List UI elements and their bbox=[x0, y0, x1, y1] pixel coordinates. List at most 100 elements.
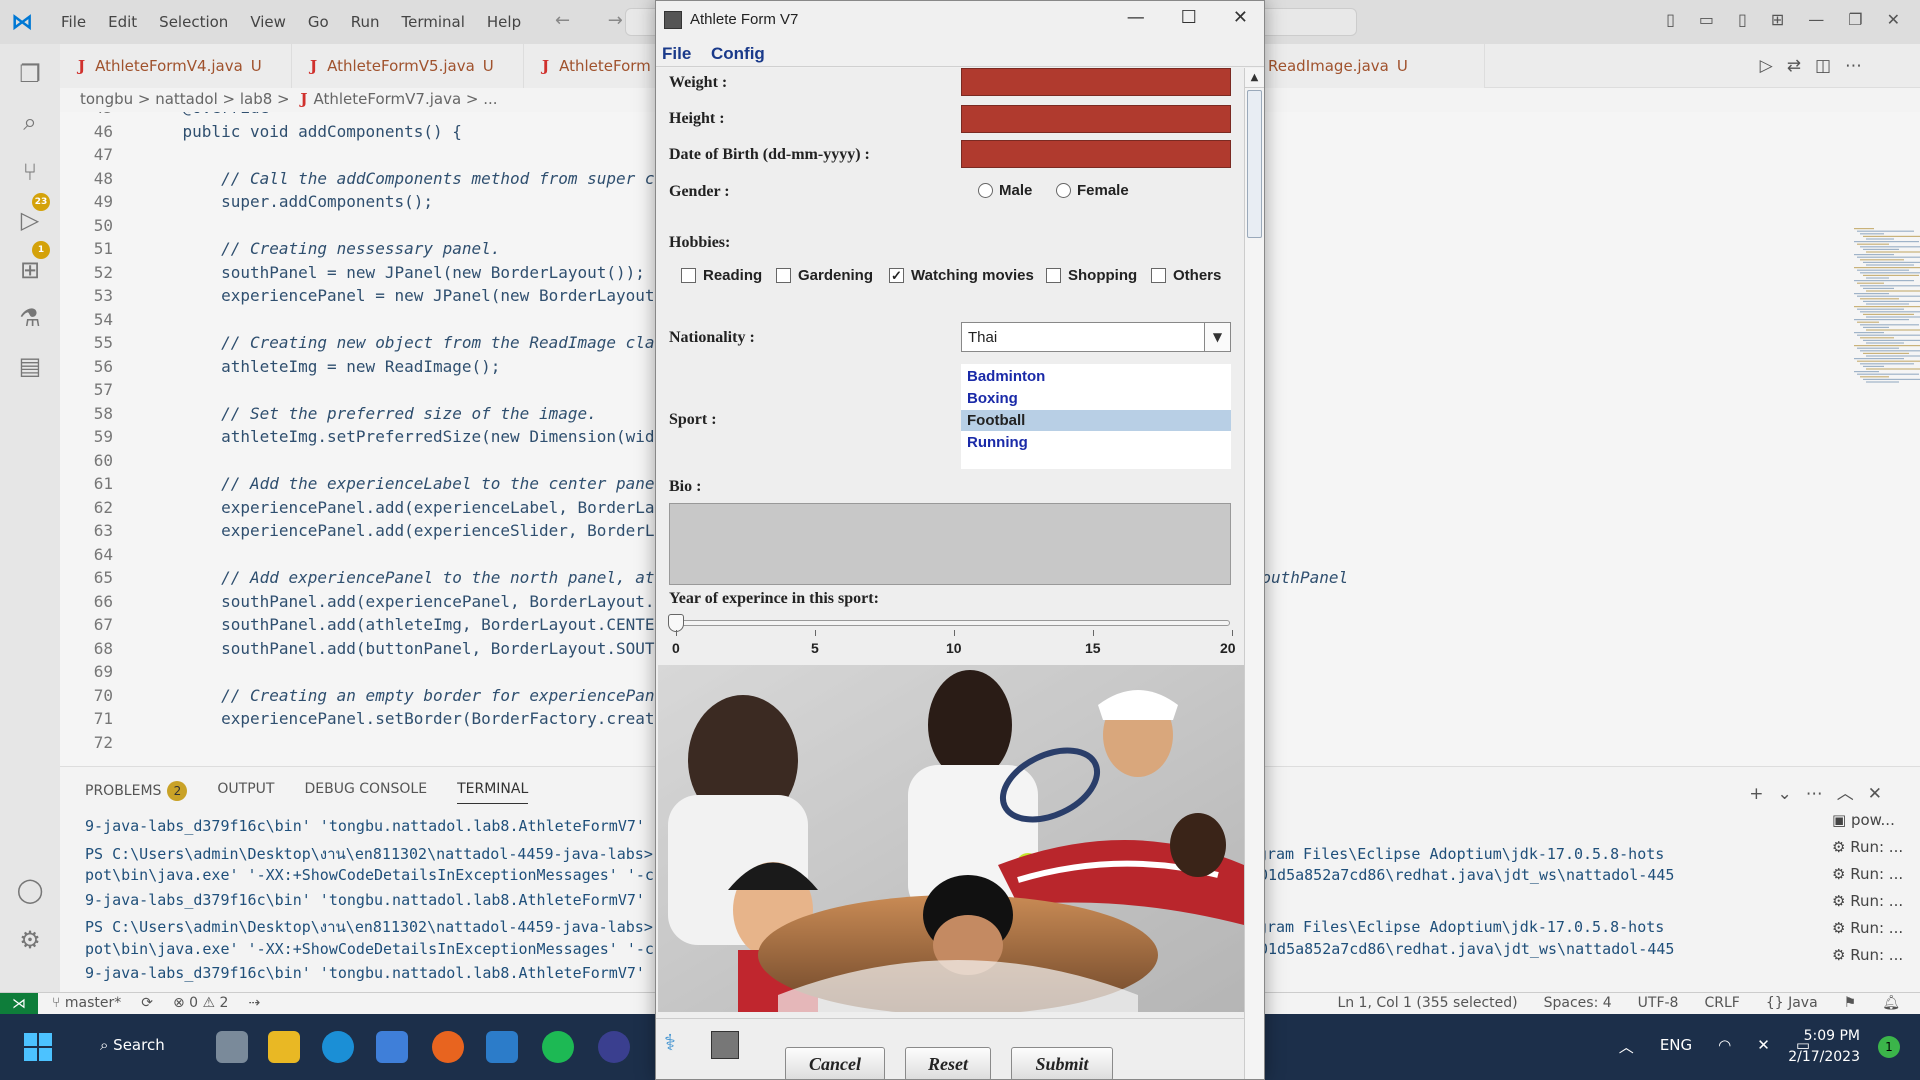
menu-edit[interactable]: Edit bbox=[97, 13, 148, 31]
problems-status[interactable]: ⊗ 0 ⚠ 2 bbox=[173, 995, 228, 1011]
compare-icon[interactable]: ⇄ bbox=[1787, 56, 1815, 76]
tab-athleteformv5[interactable]: J AthleteFormV5.java U bbox=[292, 44, 524, 88]
store-icon[interactable] bbox=[376, 1031, 408, 1063]
notifications-bell-icon[interactable]: 🔔︎ bbox=[1882, 995, 1900, 1011]
hobby-reading[interactable]: Reading bbox=[681, 267, 762, 284]
submit-button[interactable]: Submit bbox=[1011, 1047, 1113, 1079]
scroll-up-icon[interactable]: ▲ bbox=[1245, 68, 1264, 88]
toggle-sidebar-icon[interactable]: ▯ bbox=[1666, 10, 1675, 29]
maximize-icon[interactable]: ☐ bbox=[1181, 7, 1197, 28]
edge-icon[interactable] bbox=[322, 1031, 354, 1063]
breadcrumb-file[interactable]: AthleteFormV7.java > ... bbox=[313, 90, 497, 108]
manage-gear-icon[interactable]: ⚙ bbox=[14, 924, 46, 956]
extensions-icon[interactable]: ⊞ bbox=[14, 254, 46, 286]
weight-field[interactable] bbox=[961, 68, 1231, 96]
menu-config[interactable]: Config bbox=[711, 44, 765, 64]
line-ending[interactable]: CRLF bbox=[1704, 995, 1739, 1011]
menu-file[interactable]: File bbox=[50, 13, 97, 31]
sport-item-football[interactable]: Football bbox=[961, 410, 1231, 431]
tab-readimage[interactable]: ReadImage.java U bbox=[1265, 44, 1485, 88]
hobby-gardening[interactable]: Gardening bbox=[776, 267, 873, 284]
dob-field[interactable] bbox=[961, 140, 1231, 168]
menu-selection[interactable]: Selection bbox=[148, 13, 239, 31]
tab-output[interactable]: OUTPUT bbox=[217, 781, 274, 804]
tab-debug-console[interactable]: DEBUG CONSOLE bbox=[304, 781, 427, 804]
height-field[interactable] bbox=[961, 105, 1231, 133]
taskbar-search[interactable]: ⌕ Search bbox=[100, 1036, 165, 1054]
maximize-panel-icon[interactable]: ︿ bbox=[1837, 784, 1868, 804]
firefox-icon[interactable] bbox=[432, 1031, 464, 1063]
hobby-watching-movies[interactable]: ✓ Watching movies bbox=[889, 267, 1034, 284]
reset-button[interactable]: Reset bbox=[905, 1047, 991, 1079]
toggle-secondary-icon[interactable]: ▯ bbox=[1738, 10, 1747, 29]
language-indicator[interactable]: ENG bbox=[1660, 1036, 1692, 1057]
sport-item-running[interactable]: Running bbox=[961, 432, 1231, 453]
restore-icon[interactable]: ❐ bbox=[1848, 10, 1862, 29]
encoding[interactable]: UTF-8 bbox=[1638, 995, 1679, 1011]
athlete-form-titlebar[interactable]: Athlete Form V7 — ☐ ✕ bbox=[656, 1, 1264, 41]
source-control-icon[interactable]: ⑂ bbox=[14, 156, 46, 188]
sport-list[interactable]: Badminton Boxing Football Running bbox=[961, 364, 1231, 469]
new-terminal-icon[interactable]: + bbox=[1749, 784, 1777, 804]
terminal-item[interactable]: ⚙ Run: ... bbox=[1832, 946, 1920, 973]
menu-help[interactable]: Help bbox=[476, 13, 532, 31]
branch-status[interactable]: ⑂ master* bbox=[52, 995, 121, 1011]
notebook-icon[interactable]: ▤ bbox=[14, 350, 46, 382]
tray-chevron-icon[interactable]: ︿ bbox=[1619, 1036, 1634, 1057]
minimap[interactable] bbox=[1850, 228, 1920, 408]
breadcrumb-path[interactable]: tongbu > nattadol > lab8 > bbox=[80, 90, 294, 108]
more-actions-icon[interactable]: ⋯ bbox=[1845, 56, 1876, 76]
sport-item-boxing[interactable]: Boxing bbox=[961, 388, 1231, 409]
run-debug-icon[interactable]: ▷ bbox=[14, 204, 46, 236]
language-mode[interactable]: {} Java bbox=[1766, 995, 1818, 1011]
layout-icon[interactable]: ⊞ bbox=[1771, 10, 1784, 29]
file-explorer-icon[interactable] bbox=[268, 1031, 300, 1063]
eclipse-icon[interactable] bbox=[598, 1031, 630, 1063]
tab-athleteformv4[interactable]: J AthleteFormV4.java U bbox=[60, 44, 292, 88]
terminal-item[interactable]: ▣ pow... bbox=[1832, 811, 1920, 838]
hobby-others[interactable]: Others bbox=[1151, 267, 1221, 284]
tab-terminal[interactable]: TERMINAL bbox=[457, 781, 529, 804]
close-icon[interactable]: ✕ bbox=[1887, 10, 1900, 29]
sport-item-badminton[interactable]: Badminton bbox=[961, 366, 1231, 387]
windows-start-icon[interactable] bbox=[24, 1033, 52, 1061]
menu-file[interactable]: File bbox=[662, 44, 691, 64]
radio-female[interactable]: Female bbox=[1056, 182, 1129, 199]
feedback-icon[interactable]: ⚑ bbox=[1844, 995, 1857, 1011]
explorer-icon[interactable]: ❐ bbox=[14, 58, 46, 90]
minimize-icon[interactable]: — bbox=[1127, 7, 1145, 28]
terminal-item[interactable]: ⚙ Run: ... bbox=[1832, 865, 1920, 892]
spotify-icon[interactable] bbox=[542, 1031, 574, 1063]
minimize-icon[interactable]: — bbox=[1808, 10, 1824, 29]
sync-icon[interactable]: ⟳ bbox=[141, 995, 153, 1011]
menu-terminal[interactable]: Terminal bbox=[391, 13, 476, 31]
live-share-icon[interactable]: ⇢ bbox=[248, 995, 260, 1011]
split-editor-icon[interactable]: ◫ bbox=[1815, 56, 1845, 76]
taskbar-clock[interactable]: 5:09 PM 2/17/2023 bbox=[1788, 1026, 1860, 1068]
search-icon[interactable]: ⌕ bbox=[14, 106, 46, 138]
volume-muted-icon[interactable]: ✕ bbox=[1757, 1036, 1770, 1057]
terminal-item[interactable]: ⚙ Run: ... bbox=[1832, 838, 1920, 865]
scrollbar-thumb[interactable] bbox=[1247, 90, 1262, 238]
toggle-panel-icon[interactable]: ▭ bbox=[1699, 10, 1714, 29]
vscode-taskbar-icon[interactable] bbox=[486, 1031, 518, 1063]
menu-view[interactable]: View bbox=[239, 13, 297, 31]
form-scrollbar[interactable]: ▲ bbox=[1244, 68, 1264, 1079]
account-icon[interactable]: ◯ bbox=[14, 874, 46, 906]
chevron-down-icon[interactable]: ▼ bbox=[1204, 323, 1230, 351]
menu-run[interactable]: Run bbox=[340, 13, 391, 31]
remote-icon[interactable]: ⋊ bbox=[0, 993, 38, 1015]
terminal-item[interactable]: ⚙ Run: ... bbox=[1832, 919, 1920, 946]
more-icon[interactable]: ⋯ bbox=[1806, 784, 1837, 804]
indentation[interactable]: Spaces: 4 bbox=[1544, 995, 1612, 1011]
radio-male[interactable]: Male bbox=[978, 182, 1032, 199]
cancel-button[interactable]: Cancel bbox=[785, 1047, 885, 1079]
task-view-icon[interactable] bbox=[216, 1031, 248, 1063]
close-icon[interactable]: ✕ bbox=[1233, 7, 1248, 28]
menu-go[interactable]: Go bbox=[297, 13, 340, 31]
run-icon[interactable]: ▷ bbox=[1760, 56, 1787, 76]
terminal-item[interactable]: ⚙ Run: ... bbox=[1832, 892, 1920, 919]
chevron-down-icon[interactable]: ⌄ bbox=[1778, 784, 1806, 804]
cursor-position[interactable]: Ln 1, Col 1 (355 selected) bbox=[1337, 995, 1517, 1011]
tab-problems[interactable]: PROBLEMS 2 bbox=[85, 781, 188, 804]
